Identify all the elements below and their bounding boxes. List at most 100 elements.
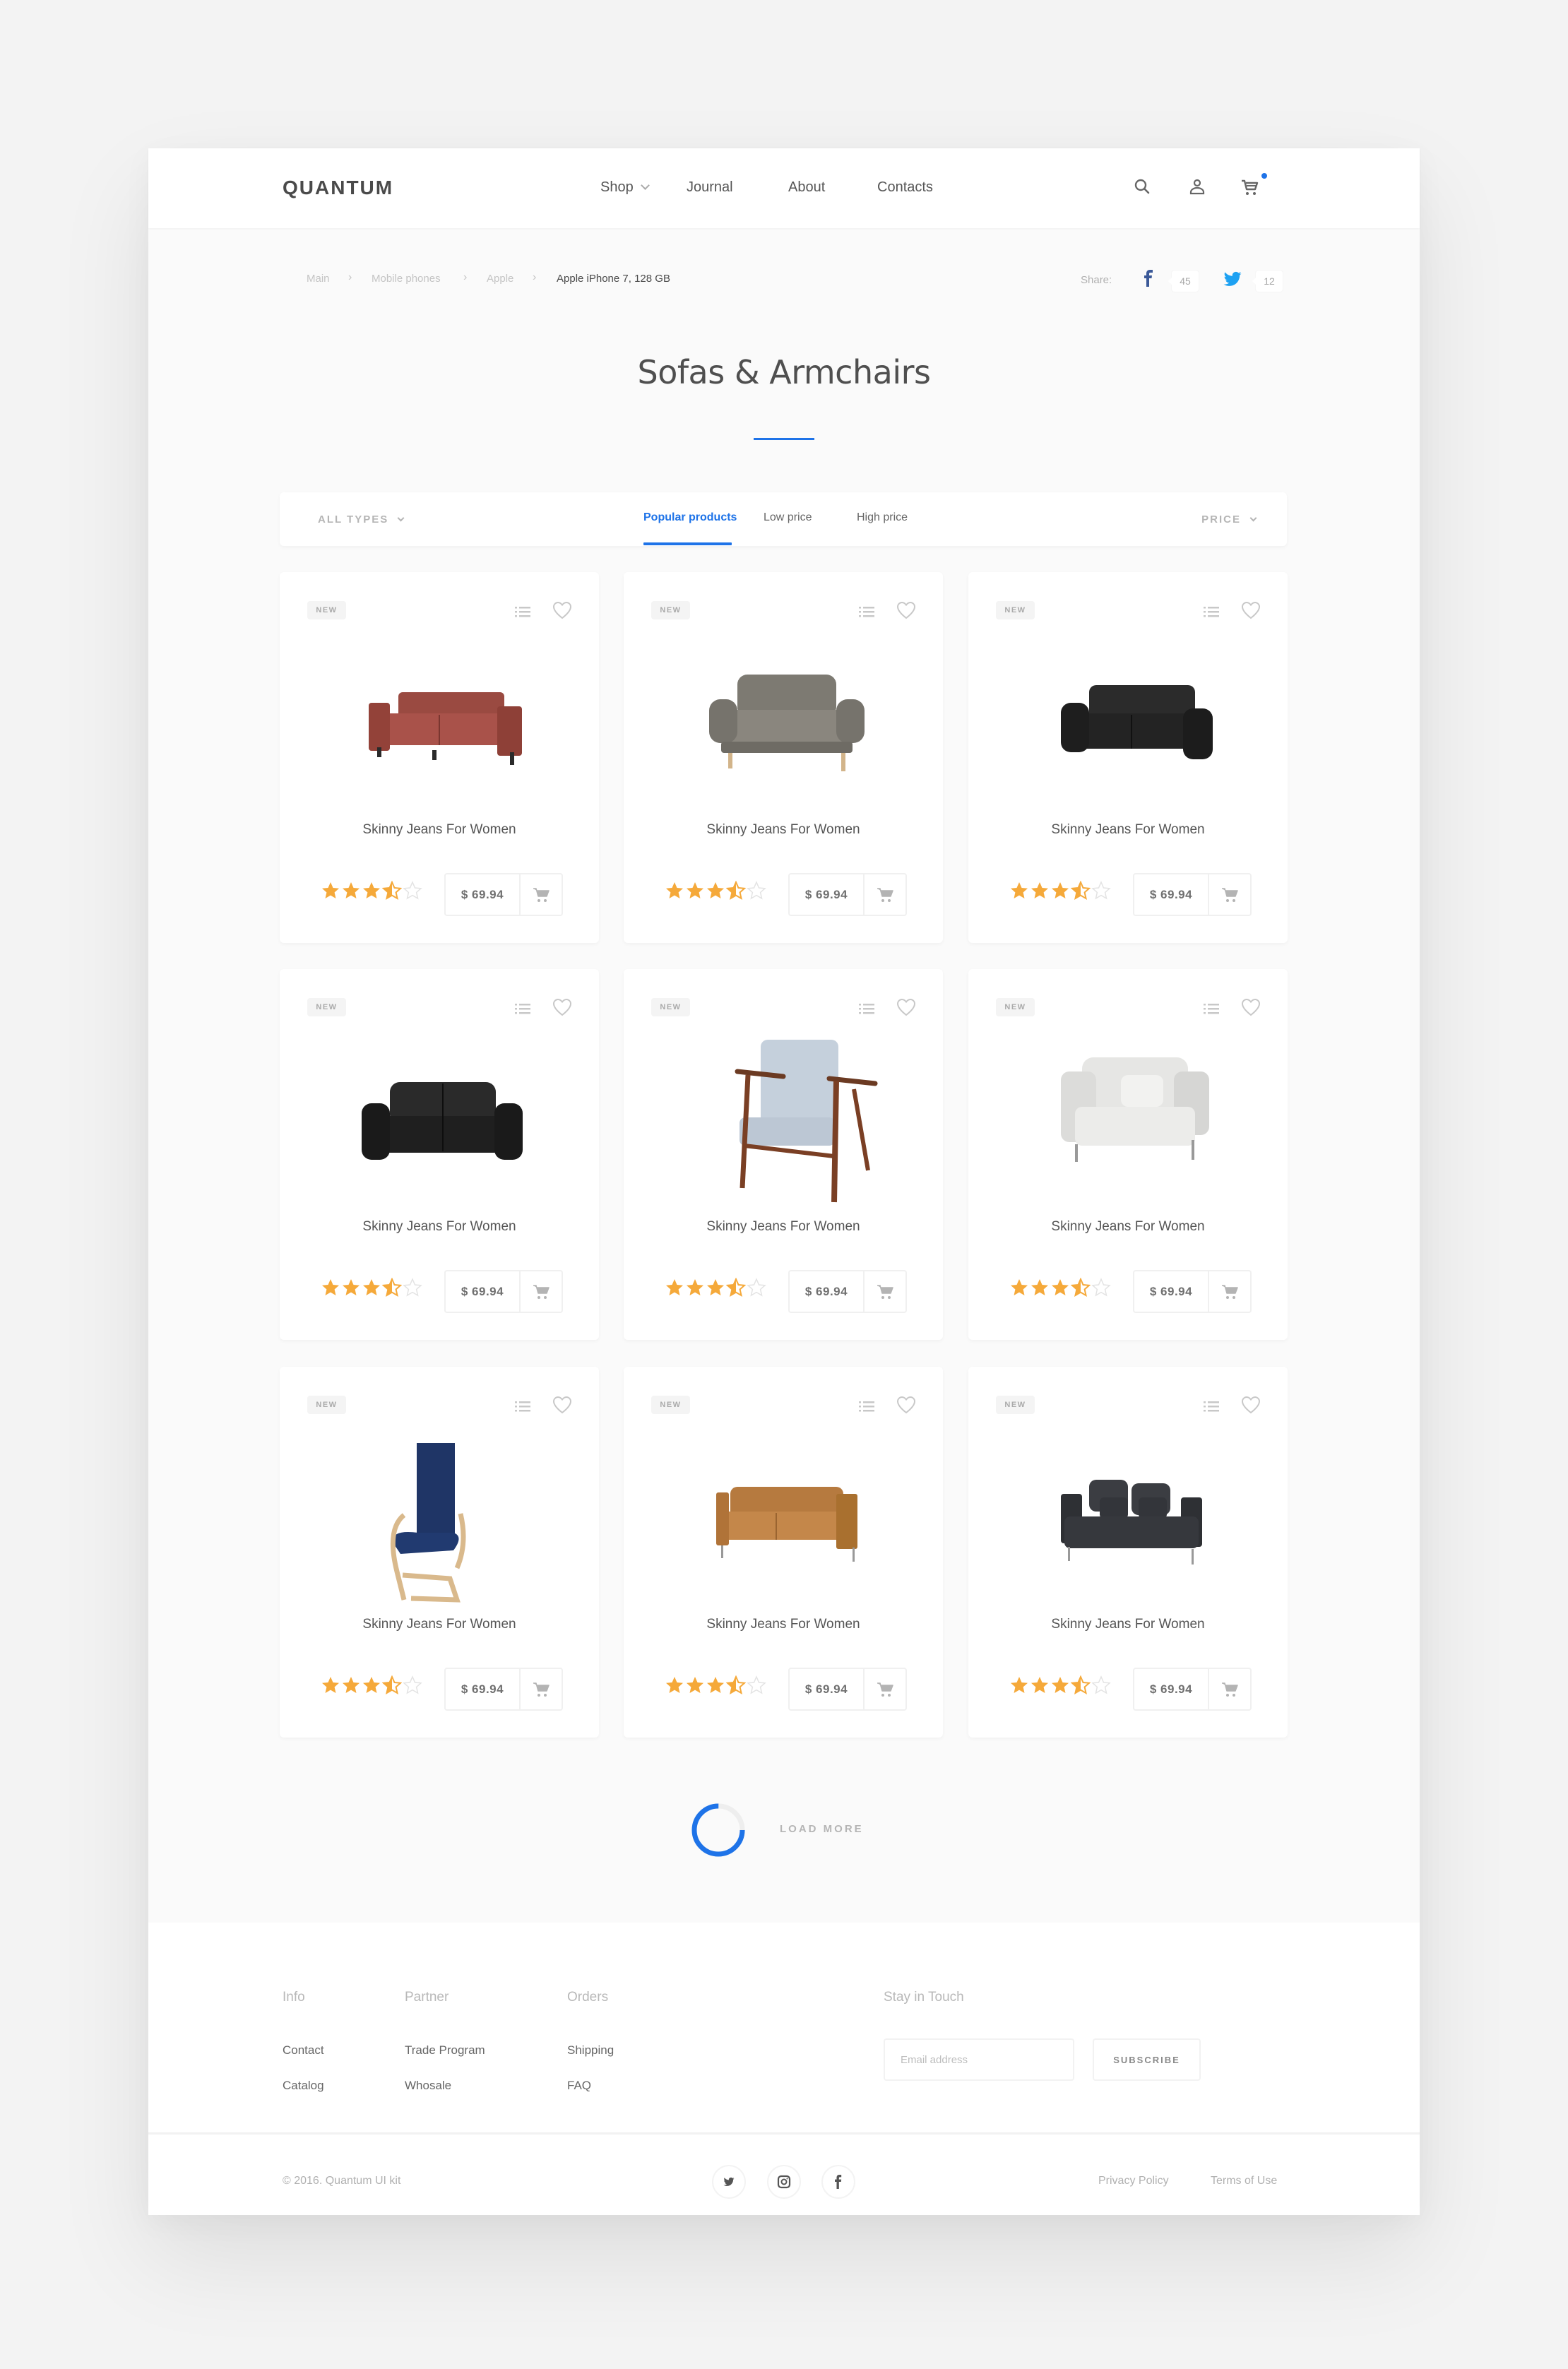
star-half-icon — [1070, 1277, 1091, 1301]
add-to-cart-button[interactable] — [1209, 1669, 1250, 1709]
product-card[interactable]: NEW Skinny Jeans For Women $ 69.94 — [624, 969, 943, 1340]
add-to-cart-button[interactable] — [521, 874, 562, 915]
compare-list-icon[interactable] — [857, 1397, 876, 1415]
star-empty-icon — [1091, 1278, 1111, 1301]
wishlist-heart-icon[interactable] — [552, 997, 573, 1017]
footer-link-catalog[interactable]: Catalog — [283, 2079, 324, 2093]
product-card[interactable]: NEW Skinny Jeans For Women $ 69.94 — [624, 1367, 943, 1738]
star-full-icon — [321, 1675, 340, 1699]
product-card[interactable]: NEW Skinny Jeans For Women $ 69.94 — [624, 572, 943, 943]
subscribe-button[interactable]: SUBSCRIBE — [1093, 2038, 1201, 2081]
add-to-cart-button[interactable] — [865, 874, 905, 915]
breadcrumb-apple[interactable]: Apple — [487, 273, 513, 285]
search-icon[interactable] — [1132, 177, 1153, 198]
compare-list-icon[interactable] — [857, 602, 876, 621]
product-image-black-leather-sofa[interactable] — [1022, 636, 1234, 812]
terms-of-use-link[interactable]: Terms of Use — [1211, 2175, 1277, 2187]
type-filter-select[interactable]: ALL TYPES — [318, 513, 405, 526]
add-to-cart-button[interactable] — [1209, 1271, 1250, 1312]
compare-list-icon[interactable] — [857, 999, 876, 1018]
product-name[interactable]: Skinny Jeans For Women — [968, 822, 1288, 838]
product-image-blue-bentwood-chair[interactable] — [333, 1430, 545, 1607]
nav-about[interactable]: About — [788, 179, 825, 196]
product-image-white-corner-chair[interactable] — [1022, 1033, 1234, 1209]
star-full-icon — [362, 1278, 381, 1301]
product-name[interactable]: Skinny Jeans For Women — [624, 1219, 943, 1235]
product-image-wooden-armchair[interactable] — [677, 1033, 889, 1209]
breadcrumb-mobile-phones[interactable]: Mobile phones — [372, 273, 441, 285]
tab-low-price[interactable]: Low price — [764, 511, 812, 524]
footer-instagram-button[interactable] — [767, 2165, 801, 2199]
product-name[interactable]: Skinny Jeans For Women — [624, 1617, 943, 1632]
compare-list-icon[interactable] — [513, 1397, 532, 1415]
privacy-policy-link[interactable]: Privacy Policy — [1098, 2175, 1169, 2187]
twitter-icon[interactable] — [1222, 268, 1242, 290]
wishlist-heart-icon[interactable] — [896, 997, 917, 1017]
facebook-share-count: 45 — [1168, 271, 1199, 292]
product-card[interactable]: NEW Skinny Jeans For Women $ 69.94 — [280, 572, 599, 943]
wishlist-heart-icon[interactable] — [896, 600, 917, 620]
product-name[interactable]: Skinny Jeans For Women — [280, 1219, 599, 1235]
add-to-cart-button[interactable] — [521, 1669, 562, 1709]
compare-list-icon[interactable] — [1202, 602, 1220, 621]
site-header: QUANTUM Shop Journal About Contacts — [148, 148, 1420, 228]
wishlist-heart-icon[interactable] — [1240, 600, 1261, 620]
footer-link-wholesale[interactable]: Whosale — [405, 2079, 451, 2093]
product-image-black-leather-loveseat[interactable] — [333, 1033, 545, 1209]
cart-icon — [877, 887, 893, 902]
product-name[interactable]: Skinny Jeans For Women — [968, 1617, 1288, 1632]
breadcrumb-main[interactable]: Main — [307, 273, 330, 285]
footer-link-contact[interactable]: Contact — [283, 2043, 324, 2058]
product-name[interactable]: Skinny Jeans For Women — [280, 1617, 599, 1632]
add-to-cart-button[interactable] — [865, 1669, 905, 1709]
wishlist-heart-icon[interactable] — [896, 1395, 917, 1415]
product-card[interactable]: NEW Skinny Jeans For Women $ 69.94 — [968, 572, 1288, 943]
compare-list-icon[interactable] — [1202, 999, 1220, 1018]
email-field[interactable] — [884, 2038, 1074, 2081]
user-icon[interactable] — [1187, 177, 1208, 198]
filter-bar: ALL TYPES Popular products Low price Hig… — [280, 492, 1287, 546]
product-image-red-sofa[interactable] — [333, 636, 545, 812]
product-name[interactable]: Skinny Jeans For Women — [280, 822, 599, 838]
facebook-icon — [835, 2175, 842, 2189]
star-full-icon — [341, 1278, 361, 1301]
nav-shop[interactable]: Shop — [600, 179, 650, 196]
star-full-icon — [1030, 881, 1050, 904]
product-card[interactable]: NEW Skinny Jeans For Women $ 69.94 — [280, 969, 599, 1340]
compare-list-icon[interactable] — [1202, 1397, 1220, 1415]
price-filter-select[interactable]: PRICE — [1201, 513, 1257, 526]
product-card[interactable]: NEW Skinny Jeans For Women $ 69.94 — [280, 1367, 599, 1738]
add-to-cart-button[interactable] — [1209, 874, 1250, 915]
product-name[interactable]: Skinny Jeans For Women — [968, 1219, 1288, 1235]
star-full-icon — [341, 1675, 361, 1699]
product-card[interactable]: NEW Skinny Jeans For Women $ 69.94 — [968, 1367, 1288, 1738]
add-to-cart-button[interactable] — [521, 1271, 562, 1312]
wishlist-heart-icon[interactable] — [1240, 1395, 1261, 1415]
chevron-down-icon — [640, 181, 650, 190]
product-image-grey-loveseat[interactable] — [677, 636, 889, 812]
tab-popular-products[interactable]: Popular products — [643, 511, 737, 524]
wishlist-heart-icon[interactable] — [1240, 997, 1261, 1017]
footer-link-shipping[interactable]: Shipping — [567, 2043, 614, 2058]
tab-high-price[interactable]: High price — [857, 511, 908, 524]
compare-list-icon[interactable] — [513, 999, 532, 1018]
load-more-button[interactable]: LOAD MORE — [780, 1823, 864, 1835]
compare-list-icon[interactable] — [513, 602, 532, 621]
nav-journal[interactable]: Journal — [687, 179, 733, 196]
product-image-charcoal-sofa[interactable] — [1022, 1430, 1234, 1607]
add-to-cart-button[interactable] — [865, 1271, 905, 1312]
wishlist-heart-icon[interactable] — [552, 600, 573, 620]
footer-twitter-button[interactable] — [712, 2165, 746, 2199]
product-name[interactable]: Skinny Jeans For Women — [624, 822, 943, 838]
product-image-tan-leather-sofa[interactable] — [677, 1430, 889, 1607]
wishlist-heart-icon[interactable] — [552, 1395, 573, 1415]
footer-facebook-button[interactable] — [821, 2165, 855, 2199]
product-card[interactable]: NEW Skinny Jeans For Women $ 69.94 — [968, 969, 1288, 1340]
logo[interactable]: QUANTUM — [283, 177, 393, 199]
breadcrumb-separator: › — [348, 271, 352, 283]
footer-link-trade-program[interactable]: Trade Program — [405, 2043, 485, 2058]
footer-link-faq[interactable]: FAQ — [567, 2079, 591, 2093]
nav-contacts[interactable]: Contacts — [877, 179, 933, 196]
facebook-icon[interactable] — [1139, 268, 1159, 290]
cart-icon[interactable] — [1240, 177, 1261, 198]
